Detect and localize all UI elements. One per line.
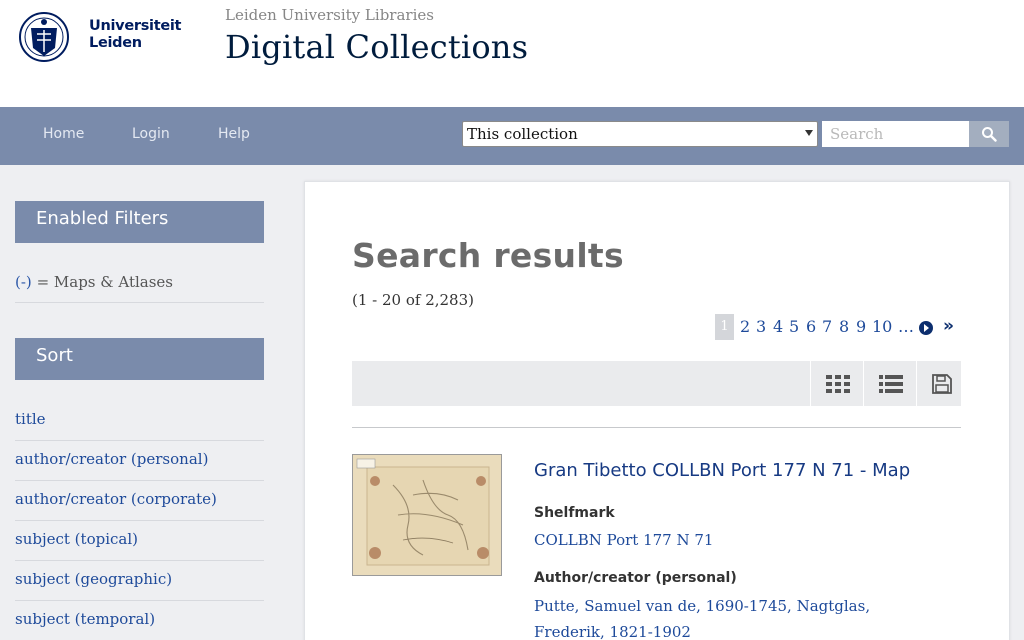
sort-by-author-corporate-link[interactable]: author/creator (corporate): [15, 481, 264, 521]
results-toolbar: [352, 361, 961, 406]
page-current: 1: [715, 314, 734, 340]
result-thumbnail[interactable]: [352, 454, 502, 576]
nav-login-link[interactable]: Login: [132, 126, 170, 142]
enabled-filter-item: (-) = Maps & Atlases: [15, 273, 264, 303]
list-view-button[interactable]: [863, 361, 916, 406]
search-scope-value: This collection: [467, 125, 578, 143]
author-personal-value[interactable]: Putte, Samuel van de, 1690-1745, Nagtgla…: [534, 593, 924, 640]
sort-by-title-link[interactable]: title: [15, 401, 264, 441]
list-view-icon: [879, 375, 903, 393]
sort-by-subject-topical-link[interactable]: subject (topical): [15, 521, 264, 561]
filter-value: = Maps & Atlases: [36, 273, 173, 291]
page-link[interactable]: 2: [740, 317, 750, 336]
grid-view-icon: [826, 375, 850, 393]
search-input[interactable]: [822, 121, 970, 147]
shelfmark-label: Shelfmark: [534, 505, 615, 521]
site-title[interactable]: Digital Collections: [225, 28, 528, 66]
university-seal-icon: [19, 12, 69, 62]
next-page-icon[interactable]: [919, 321, 933, 335]
nav-help-link[interactable]: Help: [218, 126, 250, 142]
map-thumbnail-image: [353, 455, 501, 575]
page-link[interactable]: 7: [822, 317, 832, 336]
page-link[interactable]: 9: [856, 317, 866, 336]
nav-home-link[interactable]: Home: [43, 126, 84, 142]
result-title-link[interactable]: Gran Tibetto COLLBN Port 177 N 71 - Map: [534, 460, 910, 481]
page-link[interactable]: 4: [773, 317, 783, 336]
divider: [352, 427, 961, 428]
save-results-button[interactable]: [916, 361, 961, 406]
author-personal-label: Author/creator (personal): [534, 570, 737, 586]
search-button[interactable]: [969, 121, 1009, 147]
sort-by-subject-geographic-link[interactable]: subject (geographic): [15, 561, 264, 601]
university-logo[interactable]: Universiteit Leiden: [19, 10, 181, 66]
shelfmark-value[interactable]: COLLBN Port 177 N 71: [534, 527, 934, 553]
page-title: Search results: [352, 236, 624, 275]
sort-heading: Sort: [15, 338, 264, 380]
save-icon: [932, 374, 952, 394]
logo-text: Universiteit Leiden: [89, 18, 181, 52]
dropdown-arrow-icon: [805, 130, 813, 136]
grid-view-button[interactable]: [810, 361, 863, 406]
library-name[interactable]: Leiden University Libraries: [225, 6, 434, 24]
page-link[interactable]: 5: [789, 317, 799, 336]
page-link[interactable]: 8: [839, 317, 849, 336]
page-link[interactable]: 6: [806, 317, 816, 336]
page-link[interactable]: 3: [756, 317, 766, 336]
sort-by-author-personal-link[interactable]: author/creator (personal): [15, 441, 264, 481]
search-scope-select[interactable]: This collection: [462, 121, 818, 147]
results-count: (1 - 20 of 2,283): [352, 291, 474, 309]
remove-filter-link[interactable]: (-): [15, 273, 32, 291]
page-link[interactable]: 10: [872, 317, 892, 336]
enabled-filters-heading: Enabled Filters: [15, 201, 264, 243]
logo-line-2: Leiden: [89, 35, 142, 51]
last-page-icon[interactable]: »: [943, 316, 954, 336]
site-header: Universiteit Leiden Leiden University Li…: [0, 0, 1024, 107]
page-ellipsis: …: [898, 317, 914, 336]
sort-by-subject-temporal-link[interactable]: subject (temporal): [15, 601, 264, 640]
search-icon: [982, 127, 997, 142]
logo-line-1: Universiteit: [89, 18, 182, 34]
